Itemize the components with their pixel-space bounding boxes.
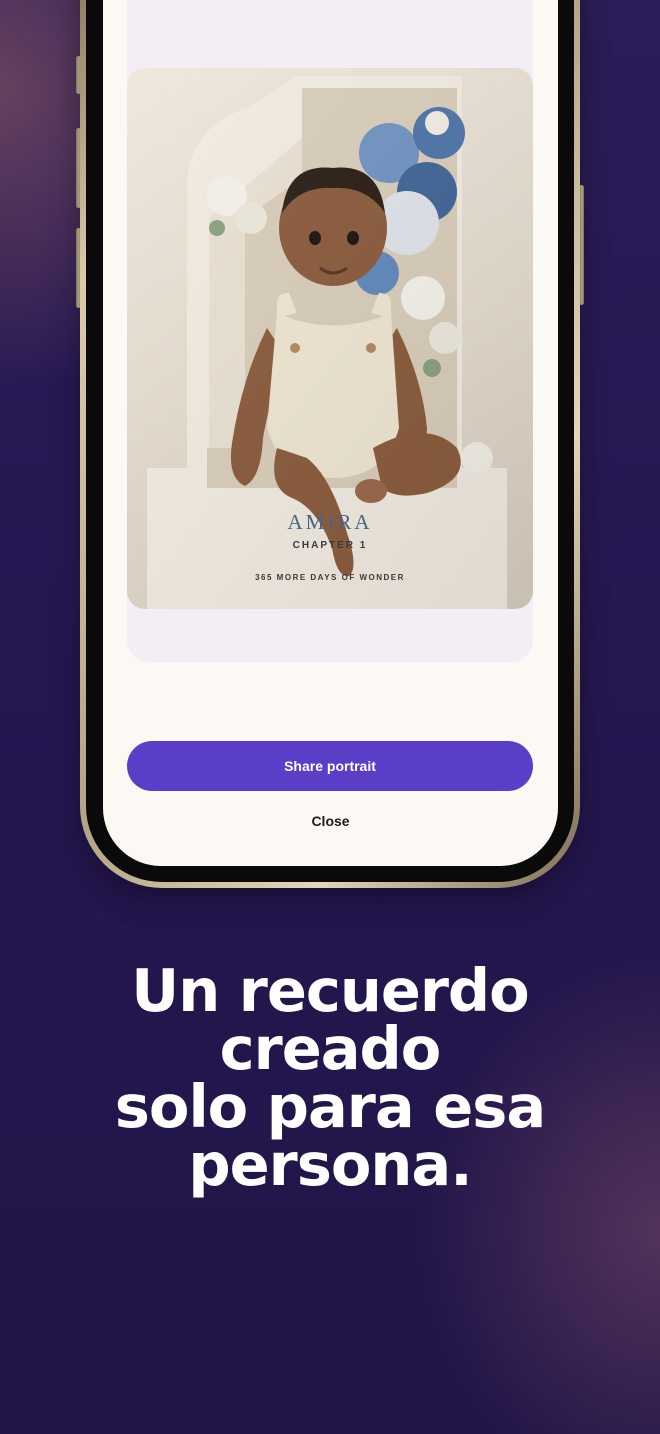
headline-line: creado xyxy=(219,1014,442,1083)
share-portrait-button[interactable]: Share portrait xyxy=(127,741,533,791)
portrait-name: AMIRA xyxy=(287,510,373,534)
headline-line: solo para esa xyxy=(114,1072,546,1141)
portrait-chapter: CHAPTER 1 xyxy=(292,540,368,551)
portrait-tagline: 365 MORE DAYS OF WONDER xyxy=(255,573,405,582)
headline-line: Un recuerdo xyxy=(131,956,529,1025)
phone-screen: AMIRA CHAPTER 1 365 MORE DAYS OF WONDER … xyxy=(103,0,558,866)
portrait-image: AMIRA CHAPTER 1 365 MORE DAYS OF WONDER xyxy=(127,68,533,609)
headline-line: persona. xyxy=(188,1130,472,1199)
close-button[interactable]: Close xyxy=(103,813,558,829)
headline: Un recuerdo creado solo para esa persona… xyxy=(0,956,660,1199)
